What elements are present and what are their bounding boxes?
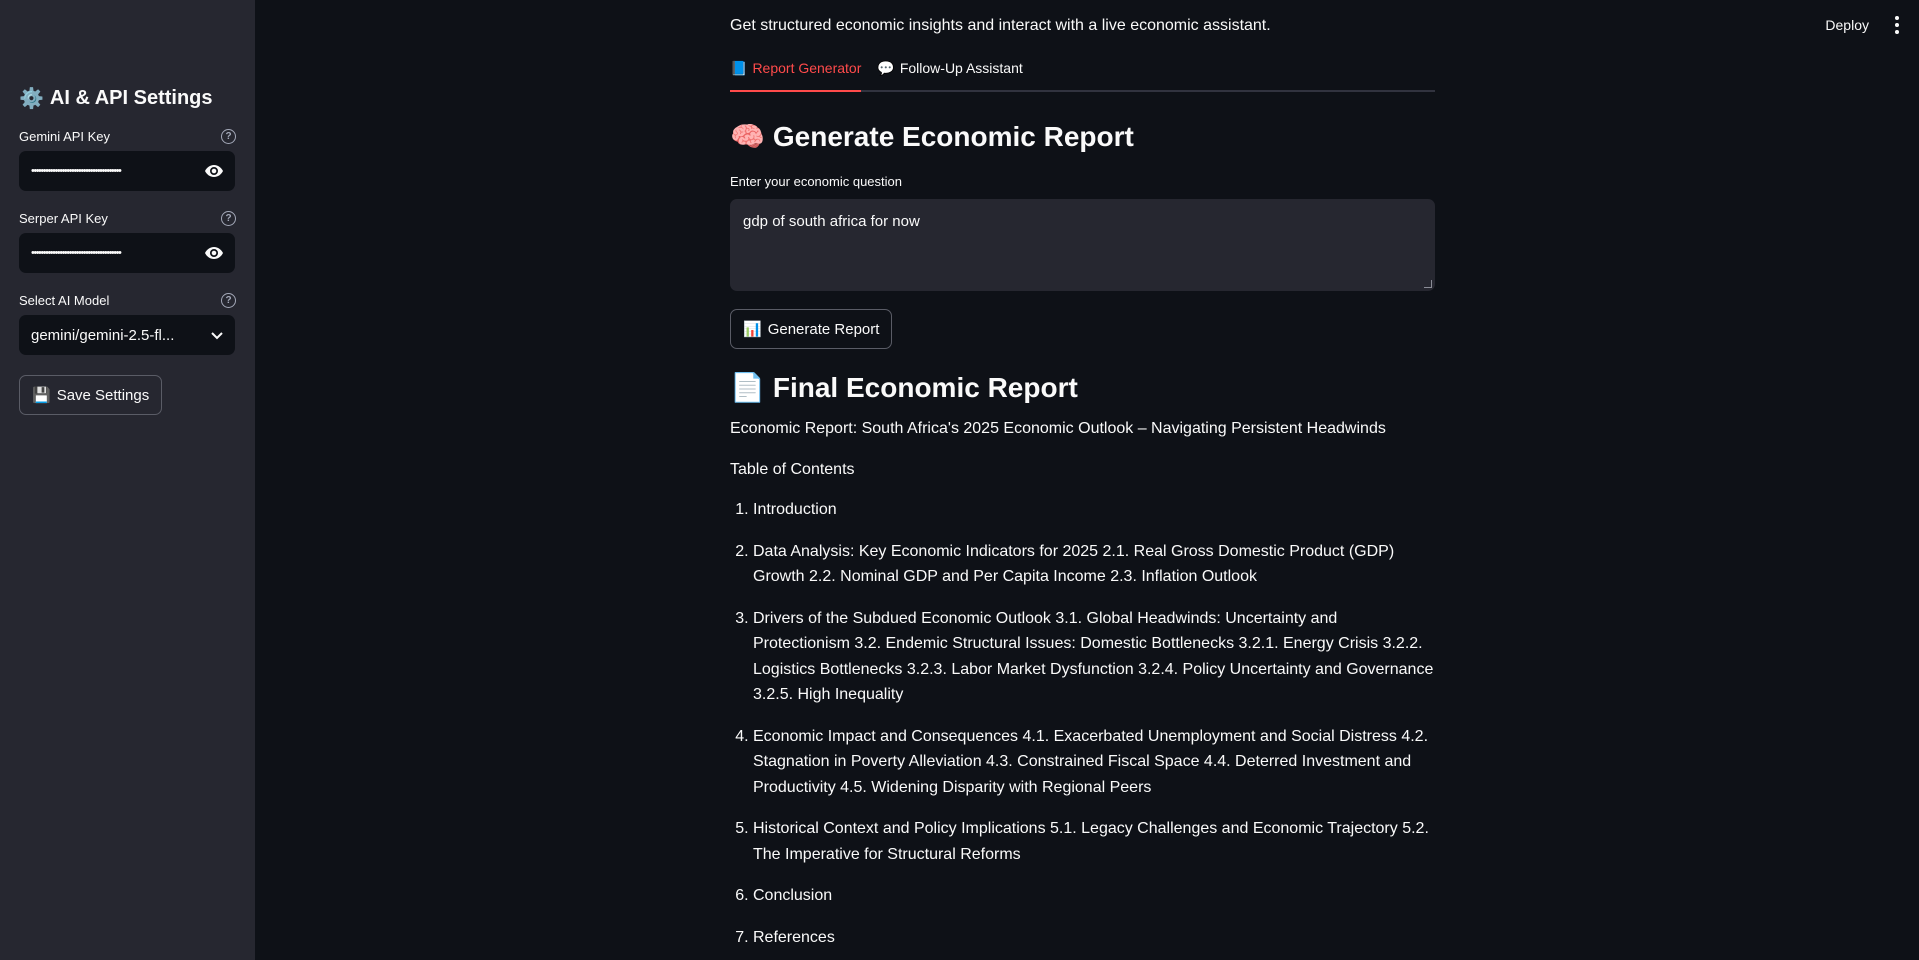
tab-bar: 📘 Report Generator 💬 Follow-Up Assistant: [730, 55, 1435, 92]
serper-api-key-value: ••••••••••••••••••••••••••••••••••••••: [31, 247, 122, 259]
final-report-heading: 📄 Final Economic Report: [730, 371, 1435, 404]
sidebar-title-text: AI & API Settings: [49, 87, 213, 109]
generate-report-button[interactable]: 📊 Generate Report: [730, 309, 893, 349]
help-icon[interactable]: ?: [221, 292, 236, 308]
chevron-down-icon: [211, 327, 223, 343]
question-value: gdp of south africa for now: [743, 213, 920, 230]
toc-item: Conclusion: [753, 883, 1435, 909]
model-select-label: Select AI Model: [19, 292, 110, 308]
serper-api-key-field: Serper API Key ? •••••••••••••••••••••••…: [19, 210, 236, 273]
more-menu-icon[interactable]: [1891, 16, 1903, 34]
tab-report-generator[interactable]: 📘 Report Generator: [730, 55, 862, 92]
page-subtitle: Get structured economic insights and int…: [730, 17, 1271, 34]
question-input[interactable]: gdp of south africa for now: [730, 199, 1435, 291]
help-icon[interactable]: ?: [221, 210, 236, 226]
floppy-disk-icon: 💾: [32, 387, 51, 404]
gemini-api-key-value: ••••••••••••••••••••••••••••••••••••••: [31, 165, 122, 177]
toc-item: Economic Impact and Consequences 4.1. Ex…: [753, 724, 1435, 801]
brain-icon: 🧠: [730, 121, 765, 152]
help-icon[interactable]: ?: [221, 128, 236, 144]
deploy-button[interactable]: Deploy: [1825, 17, 1869, 33]
model-select-value: gemini/gemini-2.5-fl...: [31, 326, 175, 344]
model-select[interactable]: gemini/gemini-2.5-fl...: [19, 315, 235, 355]
eye-icon[interactable]: [205, 165, 223, 177]
tab-label: Report Generator: [752, 60, 862, 76]
speech-bubble-icon: 💬: [877, 60, 895, 76]
gemini-api-key-field: Gemini API Key ? •••••••••••••••••••••••…: [19, 128, 236, 191]
gear-icon: ⚙️: [19, 88, 44, 110]
generate-heading: 🧠 Generate Economic Report: [730, 120, 1435, 153]
save-settings-button[interactable]: 💾 Save Settings: [19, 375, 163, 415]
book-icon: 📘: [730, 60, 748, 76]
table-of-contents: Introduction Data Analysis: Key Economic…: [730, 497, 1435, 950]
top-bar: Deploy: [1825, 16, 1903, 34]
sidebar: ⚙️ AI & API Settings Gemini API Key ? ••…: [0, 0, 255, 960]
toc-item: Introduction: [753, 497, 1435, 523]
tab-label: Follow-Up Assistant: [899, 60, 1023, 76]
eye-icon[interactable]: [205, 247, 223, 259]
generate-heading-text: Generate Economic Report: [772, 120, 1134, 152]
main-content: Get structured economic insights and int…: [730, 0, 1435, 960]
toc-item: Data Analysis: Key Economic Indicators f…: [753, 539, 1435, 590]
tab-follow-up-assistant[interactable]: 💬 Follow-Up Assistant: [877, 55, 1022, 90]
toc-item: Drivers of the Subdued Economic Outlook …: [753, 606, 1435, 708]
gemini-api-key-label: Gemini API Key: [19, 128, 111, 144]
model-select-field: Select AI Model ? gemini/gemini-2.5-fl..…: [19, 292, 236, 355]
gemini-api-key-input[interactable]: ••••••••••••••••••••••••••••••••••••••: [19, 151, 235, 191]
sidebar-title: ⚙️ AI & API Settings: [19, 86, 236, 111]
final-report-heading-text: Final Economic Report: [772, 371, 1078, 403]
report-title: Economic Report: South Africa's 2025 Eco…: [730, 420, 1386, 437]
toc-heading: Table of Contents: [730, 461, 855, 478]
save-settings-label: Save Settings: [56, 386, 150, 404]
question-label: Enter your economic question: [730, 174, 902, 189]
document-icon: 📄: [730, 372, 765, 403]
serper-api-key-label: Serper API Key: [19, 210, 108, 226]
toc-item: References: [753, 925, 1435, 951]
generate-report-label: Generate Report: [767, 320, 880, 338]
resize-handle[interactable]: [1424, 280, 1432, 288]
bar-chart-icon: 📊: [743, 321, 762, 338]
serper-api-key-input[interactable]: ••••••••••••••••••••••••••••••••••••••: [19, 233, 235, 273]
toc-item: Historical Context and Policy Implicatio…: [753, 816, 1435, 867]
